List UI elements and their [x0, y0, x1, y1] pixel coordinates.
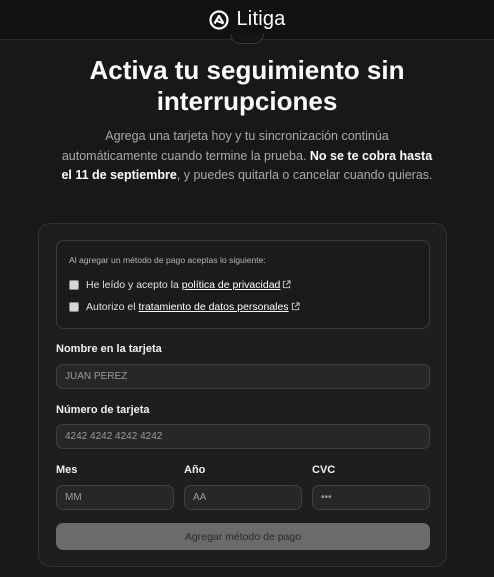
consent-intro: Al agregar un método de pago aceptas lo …: [69, 255, 266, 265]
header-notch: [230, 34, 264, 44]
external-link-icon: [283, 280, 291, 289]
add-payment-method-button[interactable]: Agregar método de pago: [56, 523, 430, 550]
data-consent-text: Autorizo el tratamiento de datos persona…: [86, 301, 300, 313]
brand[interactable]: Litiga: [208, 8, 285, 31]
expiry-year-input[interactable]: [184, 485, 302, 510]
cardholder-name-input[interactable]: [56, 364, 430, 389]
data-consent-row: Autorizo el tratamiento de datos persona…: [69, 301, 300, 313]
data-processing-link[interactable]: tratamiento de datos personales: [139, 301, 289, 313]
name-label: Nombre en la tarjeta: [56, 343, 162, 355]
brand-name: Litiga: [236, 8, 286, 30]
privacy-consent-row: He leído y acepto la política de privaci…: [69, 279, 291, 291]
consent-box: Al agregar un método de pago aceptas lo …: [56, 240, 430, 329]
page-title: Activa tu seguimiento sin interrupciones: [89, 55, 405, 116]
card-number-input[interactable]: [56, 424, 430, 449]
data-processing-checkbox[interactable]: [69, 302, 79, 312]
cvc-input[interactable]: [312, 485, 430, 510]
year-label: Año: [184, 464, 206, 476]
page-description: Agrega una tarjeta hoy y tu sincronizaci…: [56, 127, 438, 186]
external-link-icon: [291, 302, 300, 311]
data-prefix: Autorizo el: [86, 301, 139, 313]
privacy-checkbox[interactable]: [69, 280, 79, 290]
privacy-policy-link[interactable]: política de privacidad: [182, 279, 281, 291]
month-label: Mes: [56, 464, 78, 476]
payment-card-form: Al agregar un método de pago aceptas lo …: [38, 223, 447, 567]
expiry-month-input[interactable]: [56, 485, 174, 510]
litiga-logo-icon: [209, 9, 230, 30]
card-number-label: Número de tarjeta: [56, 404, 150, 416]
description-text-2: , y puedes quitarla o cancelar cuando qu…: [176, 168, 433, 182]
privacy-consent-text: He leído y acepto la política de privaci…: [86, 279, 291, 291]
cvc-label: CVC: [312, 464, 336, 476]
privacy-prefix: He leído y acepto la: [86, 279, 182, 291]
